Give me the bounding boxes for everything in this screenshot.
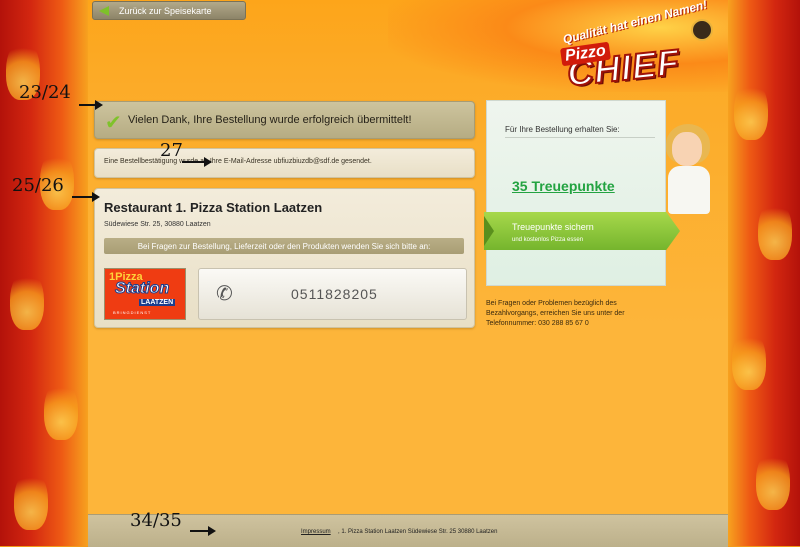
flame-decoration: [14, 470, 48, 530]
restaurant-logo: 1Pizza Station LAATZEN BRINGDIENST: [104, 268, 186, 320]
annotation-arrow: [182, 157, 212, 167]
restaurant-logo-line3: LAATZEN: [139, 299, 176, 306]
girl-illustration: [662, 124, 716, 214]
annotation-label: 25/26: [12, 175, 64, 196]
secure-points-sublabel: und kostenlos Pizza essen: [512, 237, 584, 243]
payment-support-text: Bei Fragen oder Problemen bezüglich des …: [486, 300, 625, 327]
success-message-panel: ✔ Vielen Dank, Ihre Bestellung wurde erf…: [94, 101, 475, 139]
contact-question-bar: Bei Fragen zur Bestellung, Lieferzeit od…: [104, 238, 464, 254]
restaurant-logo-line4: BRINGDIENST: [113, 310, 152, 315]
confirmation-panel: Eine Bestellbestätigung wurde an Ihre E-…: [94, 148, 475, 178]
flame-decoration: [734, 80, 768, 140]
logo-slogan: Qualität hat einen Namen!: [561, 0, 709, 47]
back-to-menu-label: Zurück zur Speisekarte: [119, 5, 212, 16]
annotation-arrow: [79, 100, 103, 110]
arrow-left-icon: [99, 5, 109, 16]
impressum-link[interactable]: Impressum: [301, 529, 331, 535]
annotation-label: 34/35: [130, 510, 182, 531]
secure-points-button[interactable]: Treuepunkte sichern und kostenlos Pizza …: [484, 212, 680, 250]
flame-decoration: [758, 200, 792, 260]
restaurant-panel: Restaurant 1. Pizza Station Laatzen Süde…: [94, 188, 475, 328]
annotation-arrow: [72, 192, 100, 202]
confirmation-text: Eine Bestellbestätigung wurde an Ihre E-…: [104, 158, 372, 165]
back-to-menu-button[interactable]: Zurück zur Speisekarte: [92, 1, 246, 20]
flame-decoration: [10, 270, 44, 330]
girl-face: [672, 132, 702, 166]
secure-points-label: Treuepunkte sichern: [512, 222, 594, 232]
annotation-label: 23/24: [19, 82, 71, 103]
loyalty-heading: Für Ihre Bestellung erhalten Sie:: [505, 125, 655, 138]
restaurant-logo-line2: Station: [114, 280, 170, 298]
annotation-label: 27: [160, 140, 183, 161]
phone-icon: ✆: [216, 283, 233, 305]
restaurant-name: Restaurant 1. Pizza Station Laatzen: [104, 200, 323, 215]
footer: Impressum , 1. Pizza Station Laatzen Süd…: [88, 514, 728, 547]
restaurant-phone: 0511828205: [291, 286, 378, 302]
footer-info: , 1. Pizza Station Laatzen Südewiese Str…: [338, 529, 498, 535]
success-message: Vielen Dank, Ihre Bestellung wurde erfol…: [128, 114, 412, 126]
restaurant-address: Südewiese Str. 25, 30880 Laatzen: [104, 221, 211, 228]
arrow-right-icon: [484, 216, 494, 246]
loyalty-panel: Für Ihre Bestellung erhalten Sie: 35 Tre…: [486, 100, 666, 286]
flame-decoration: [44, 380, 78, 440]
loyalty-points-link[interactable]: 35 Treuepunkte: [512, 178, 615, 194]
film-reel-icon: [691, 19, 713, 41]
girl-body: [668, 166, 710, 214]
pizzo-chief-logo: Qualität hat einen Namen! CHIEF Pizzo: [553, 0, 723, 95]
annotation-arrow: [190, 526, 216, 536]
phone-box[interactable]: ✆ 0511828205: [198, 268, 467, 320]
checkmark-icon: ✔: [105, 112, 122, 134]
flame-decoration: [732, 330, 766, 390]
flame-decoration: [756, 450, 790, 510]
main-content: Zurück zur Speisekarte Qualität hat eine…: [88, 0, 728, 547]
right-flame-border: [728, 0, 800, 546]
